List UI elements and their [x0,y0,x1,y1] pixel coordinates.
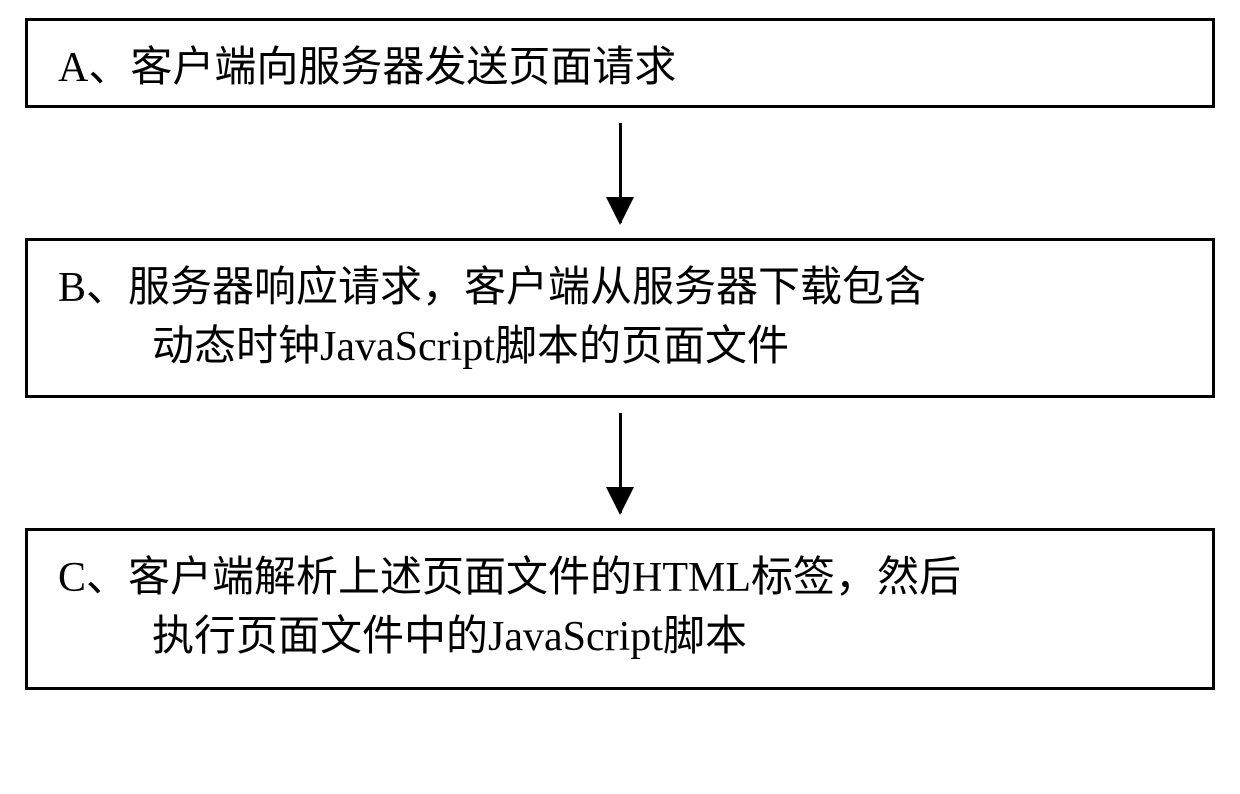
step-a-label: A、 [58,45,130,91]
step-a-text: 客户端向服务器发送页面请求 [130,45,676,91]
arrow-a-to-b [25,108,1215,238]
flowchart-container: A、客户端向服务器发送页面请求 B、服务器响应请求，客户端从服务器下载包含 动态… [25,18,1215,690]
arrow-head-icon [606,197,634,225]
step-b-label: B、 [58,265,128,311]
step-b-line1: 服务器响应请求，客户端从服务器下载包含 [128,265,926,311]
arrow-line-icon [619,123,622,223]
step-c-box: C、客户端解析上述页面文件的HTML标签，然后 执行页面文件中的JavaScri… [25,528,1215,690]
step-c-label: C、 [58,555,128,601]
step-c-line1: 客户端解析上述页面文件的HTML标签，然后 [128,555,961,601]
arrow-b-to-c [25,398,1215,528]
step-b-box: B、服务器响应请求，客户端从服务器下载包含 动态时钟JavaScript脚本的页… [25,238,1215,398]
step-c-line2: 执行页面文件中的JavaScript脚本 [58,608,1182,667]
arrow-head-icon [606,487,634,515]
step-b-line2: 动态时钟JavaScript脚本的页面文件 [58,318,1182,377]
step-a-box: A、客户端向服务器发送页面请求 [25,18,1215,108]
arrow-line-icon [619,413,622,513]
